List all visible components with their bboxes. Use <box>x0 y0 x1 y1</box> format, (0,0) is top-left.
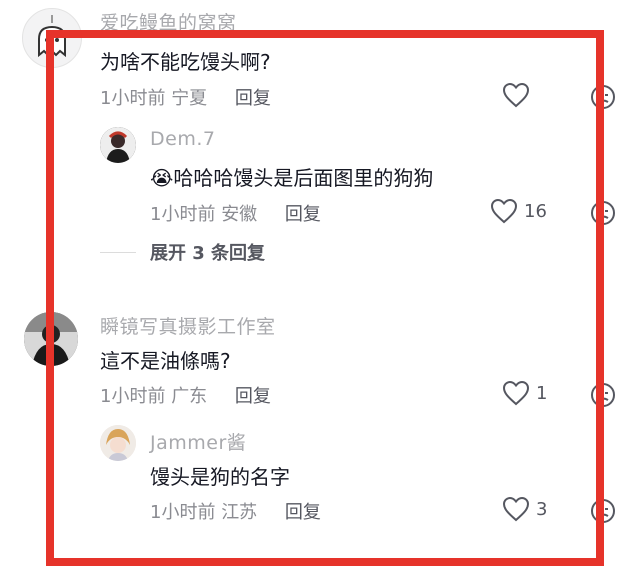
heart-icon <box>502 82 530 108</box>
reply-username[interactable]: Jammer酱 <box>150 428 246 455</box>
like-button[interactable]: 1 <box>502 380 547 406</box>
reply-text: 馒头是狗的名字 <box>150 465 290 489</box>
comment-text: 为啥不能吃馒头啊? <box>100 50 271 74</box>
user-photo-icon <box>100 127 136 163</box>
comment-location: 广东 <box>171 386 208 407</box>
dislike-button[interactable] <box>590 498 616 528</box>
heart-icon <box>490 198 518 224</box>
dislike-button[interactable] <box>590 200 616 230</box>
comment-username[interactable]: 爱吃鳗鱼的窝窝 <box>100 8 237 35</box>
divider <box>100 252 136 253</box>
reply-username[interactable]: Dem.7 <box>150 128 215 150</box>
expand-replies-button[interactable]: 展开 3 条回复 <box>150 239 265 265</box>
user-photo-icon <box>100 425 136 461</box>
reply-time: 1小时前 <box>150 502 216 523</box>
dislike-face-icon <box>591 499 615 523</box>
dislike-face-icon <box>591 383 615 407</box>
dislike-face-icon <box>591 85 615 109</box>
like-count: 1 <box>536 382 548 404</box>
like-count: 16 <box>524 200 547 222</box>
like-button[interactable]: 16 <box>490 198 547 224</box>
like-count: 3 <box>536 498 548 520</box>
avatar[interactable] <box>24 312 78 366</box>
reply-location: 安徽 <box>221 204 258 225</box>
reply-meta: 1小时前 江苏 回复 <box>150 498 321 524</box>
reply-text: 😭哈哈哈馒头是后面图里的狗狗 <box>150 166 434 190</box>
dislike-button[interactable] <box>590 382 616 412</box>
dislike-face-icon <box>591 201 615 225</box>
avatar[interactable] <box>100 425 136 461</box>
comment-time: 1小时前 <box>100 88 166 109</box>
comment-username[interactable]: 瞬镜写真摄影工作室 <box>100 312 276 339</box>
reply-meta: 1小时前 安徽 回复 <box>150 200 321 226</box>
avatar[interactable] <box>22 8 82 68</box>
avatar[interactable] <box>100 127 136 163</box>
comment-location: 宁夏 <box>171 88 208 109</box>
reply-button[interactable]: 回复 <box>235 88 271 109</box>
reply-button[interactable]: 回复 <box>235 386 271 407</box>
user-photo-icon <box>24 312 78 366</box>
dislike-button[interactable] <box>590 84 616 114</box>
like-button[interactable]: 3 <box>502 496 547 522</box>
comment-meta: 1小时前 宁夏 回复 <box>100 84 271 110</box>
reply-time: 1小时前 <box>150 204 216 225</box>
reply-button[interactable]: 回复 <box>285 502 321 523</box>
ghost-avatar-icon <box>38 15 66 58</box>
comment-text: 這不是油條嗎? <box>100 349 231 373</box>
like-button[interactable] <box>502 82 530 112</box>
reply-button[interactable]: 回复 <box>285 204 321 225</box>
comment-meta: 1小时前 广东 回复 <box>100 382 271 408</box>
reply-location: 江苏 <box>221 502 258 523</box>
heart-icon <box>502 380 530 406</box>
heart-icon <box>502 496 530 522</box>
comment-time: 1小时前 <box>100 386 166 407</box>
crying-emoji-icon: 😭 <box>150 166 174 190</box>
